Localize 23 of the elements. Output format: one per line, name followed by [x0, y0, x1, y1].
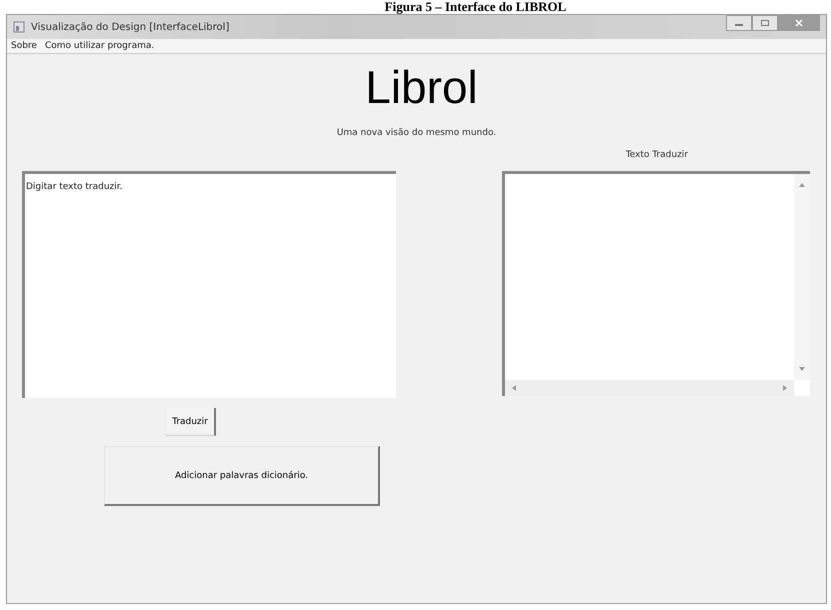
figure-caption: Figura 5 – Interface do LIBROL: [384, 0, 568, 14]
add-words-button[interactable]: Adicionar palavras dicionário.: [104, 446, 380, 506]
close-button[interactable]: [778, 15, 820, 31]
app-heading: Librol: [364, 60, 479, 114]
close-icon: [794, 19, 804, 27]
scroll-down-icon[interactable]: [798, 366, 806, 372]
horizontal-scrollbar[interactable]: [505, 380, 794, 396]
menu-item[interactable]: Como utilizar programa.: [44, 41, 154, 51]
minimize-button[interactable]: [726, 15, 752, 31]
subtitle: Uma nova visão do mesmo mundo.: [336, 128, 498, 138]
output-label: Texto Traduzir: [626, 150, 688, 160]
scroll-left-icon[interactable]: [511, 384, 517, 392]
vertical-scrollbar[interactable]: [794, 174, 810, 380]
window-title: Visualização do Design [InterfaceLibrol]: [31, 22, 230, 32]
menu-item[interactable]: Sobre: [11, 41, 37, 51]
maximize-button[interactable]: [752, 15, 778, 31]
translate-button[interactable]: Traduzir: [166, 408, 216, 436]
input-text-area[interactable]: Digitar texto traduzir.: [22, 171, 396, 398]
maximize-icon: [760, 19, 770, 27]
output-text-area[interactable]: [502, 171, 810, 396]
scroll-right-icon[interactable]: [782, 384, 788, 392]
scroll-up-icon[interactable]: [798, 182, 806, 188]
app-icon: [13, 21, 25, 33]
